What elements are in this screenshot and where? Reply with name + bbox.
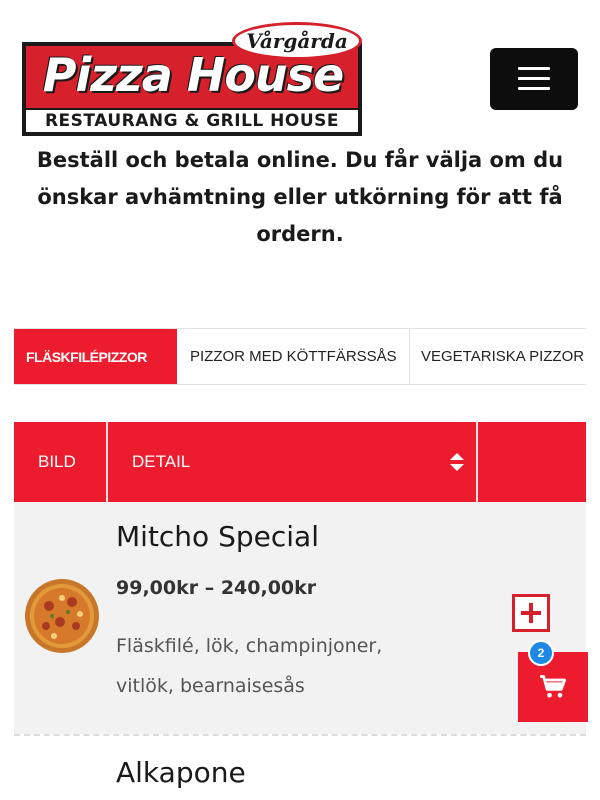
intro-text: Beställ och betala online. Du får välja … <box>36 148 564 246</box>
pizza-image[interactable] <box>24 578 100 654</box>
column-header-detail[interactable]: DETAIL <box>132 422 190 502</box>
product-name[interactable]: Alkapone <box>116 756 246 789</box>
cart-icon <box>540 675 567 698</box>
product-price: 99,00kr – 240,00kr <box>116 577 317 599</box>
tab-pizzor-med-kottfarssas[interactable]: PIZZOR MED KÖTTFÄRSSÅS <box>177 329 409 384</box>
product-description: Fläskfilé, lök, champinjoner, vitlök, be… <box>116 635 383 697</box>
header-divider <box>476 422 478 502</box>
category-tabs: FLÄSKFILÉPIZZOR PIZZOR MED KÖTTFÄRSSÅS V… <box>14 328 586 385</box>
site-logo[interactable]: Pizza House RESTAURANG & GRILL HOUSE Vår… <box>22 22 362 136</box>
menu-bar-icon <box>518 77 550 80</box>
menu-bar-icon <box>518 87 550 90</box>
cart-count-badge: 2 <box>528 640 554 666</box>
logo-town: Vårgårda <box>232 22 362 60</box>
tab-vegetariska-pizzor[interactable]: VEGETARISKA PIZZOR <box>410 329 586 384</box>
row-divider <box>14 734 586 736</box>
column-header-image: BILD <box>38 452 76 471</box>
product-table-header: BILD DETAIL <box>14 422 586 502</box>
sort-icon[interactable] <box>449 452 465 472</box>
tab-flaskfilepizzor[interactable]: FLÄSKFILÉPIZZOR <box>14 329 177 384</box>
hamburger-menu-button[interactable] <box>490 48 578 110</box>
add-to-cart-button[interactable] <box>512 594 550 632</box>
menu-bar-icon <box>518 67 550 70</box>
header-divider <box>106 422 108 502</box>
logo-tagline: RESTAURANG & GRILL HOUSE <box>26 110 358 132</box>
product-name[interactable]: Mitcho Special <box>116 520 319 553</box>
cart-button[interactable] <box>518 652 588 722</box>
